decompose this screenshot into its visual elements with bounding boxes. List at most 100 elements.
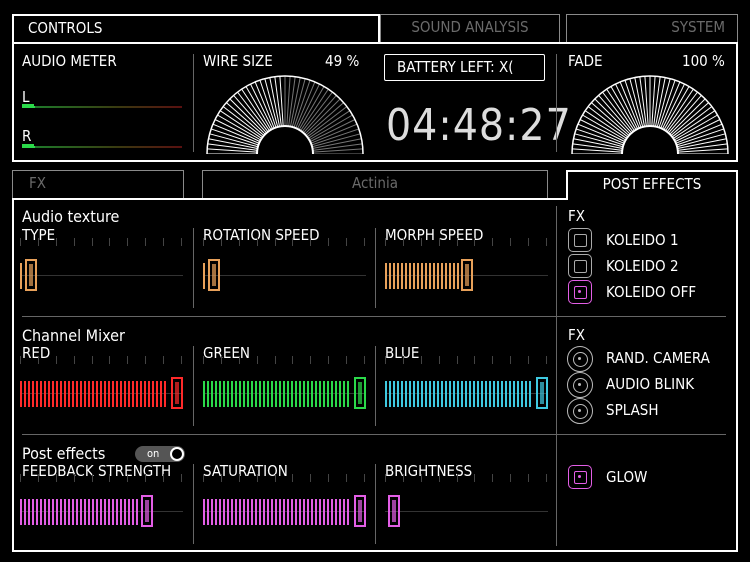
slider-fill: [385, 263, 459, 289]
tab-actinia-label: Actinia: [352, 174, 398, 192]
audio-blink-icon[interactable]: [567, 372, 593, 398]
slider-tick: [292, 356, 293, 364]
slider-tick: [346, 356, 347, 364]
slider-handle[interactable]: [354, 377, 366, 409]
slider-tick: [364, 356, 365, 364]
tab-controls[interactable]: CONTROLS: [12, 14, 380, 44]
slider-feedback-strength[interactable]: [20, 474, 183, 530]
channel-r-label: R: [22, 127, 32, 145]
koleido-1-label[interactable]: KOLEIDO 1: [606, 231, 679, 249]
slider-tick: [239, 238, 240, 246]
slider-ticks: [20, 238, 183, 294]
tab-post-effects[interactable]: POST EFFECTS: [566, 170, 738, 200]
slider-tick: [74, 474, 75, 482]
slider-handle[interactable]: [208, 259, 220, 291]
splash-label[interactable]: SPLASH: [606, 401, 659, 419]
tab-system[interactable]: SYSTEM: [566, 14, 738, 42]
slider-handle[interactable]: [171, 377, 183, 409]
koleido-2-label[interactable]: KOLEIDO 2: [606, 257, 679, 275]
toggle-knob: [170, 447, 184, 461]
slider-tick: [510, 474, 511, 482]
slider-tick: [403, 356, 404, 364]
slider-handle[interactable]: [25, 259, 37, 291]
slider-tick: [328, 238, 329, 246]
channel-mixer-title: Channel Mixer: [22, 326, 125, 345]
wire-size-dial[interactable]: [203, 72, 367, 154]
slider-tick: [257, 356, 258, 364]
slider-tick: [528, 474, 529, 482]
slider-handle[interactable]: [141, 495, 153, 527]
slider-tick: [56, 356, 57, 364]
slider-morph-speed[interactable]: [385, 238, 548, 294]
slider-handle[interactable]: [354, 495, 366, 527]
fade-value: 100 %: [682, 52, 725, 70]
slider-green[interactable]: [203, 356, 366, 412]
slider-tick: [346, 238, 347, 246]
slider-handle[interactable]: [536, 377, 548, 409]
glow-icon[interactable]: [568, 465, 592, 489]
koleido-1-icon[interactable]: [568, 228, 592, 252]
slider-tick: [364, 474, 365, 482]
fade-label: FADE: [568, 52, 603, 70]
slider-saturation[interactable]: [203, 474, 366, 530]
slider-tick: [474, 474, 475, 482]
slider-tick: [546, 356, 547, 364]
slider-tick: [510, 356, 511, 364]
slider-handle[interactable]: [388, 495, 400, 527]
slider-tick: [181, 474, 182, 482]
tab-actinia[interactable]: Actinia: [202, 170, 548, 198]
slider-handle[interactable]: [461, 259, 473, 291]
slider-tick: [181, 238, 182, 246]
slider-tick: [127, 474, 128, 482]
slider-tick: [20, 356, 21, 364]
glow-label[interactable]: GLOW: [606, 468, 647, 486]
slider-brightness[interactable]: [385, 474, 548, 530]
tab-sound-analysis[interactable]: SOUND ANALYSIS: [380, 14, 560, 42]
slider-ticks: [385, 474, 548, 530]
battery-label: BATTERY LEFT: X(: [397, 58, 514, 76]
slider-red[interactable]: [20, 356, 183, 412]
slider-tick: [239, 474, 240, 482]
slider-tick: [145, 238, 146, 246]
tab-fx[interactable]: FX: [12, 170, 184, 198]
slider-label-red: RED: [22, 344, 51, 362]
slider-tick: [275, 474, 276, 482]
koleido-off-icon[interactable]: [568, 280, 592, 304]
slider-rotation-speed[interactable]: [203, 238, 366, 294]
slider-tick: [109, 356, 110, 364]
slider-tick: [528, 238, 529, 246]
slider-tick: [385, 474, 386, 482]
slider-blue[interactable]: [385, 356, 548, 412]
fade-dial[interactable]: [568, 72, 732, 154]
slider-tick: [421, 238, 422, 246]
wire-size-value: 49 %: [325, 52, 360, 70]
tab-sound-analysis-label: SOUND ANALYSIS: [411, 18, 529, 36]
slider-tick: [457, 356, 458, 364]
slider-tick: [181, 356, 182, 364]
audio-blink-label[interactable]: AUDIO BLINK: [606, 375, 694, 393]
slider-fill: [20, 263, 22, 289]
slider-tick: [74, 238, 75, 246]
slider-tick: [38, 356, 39, 364]
koleido-2-icon[interactable]: [568, 254, 592, 278]
post-effects-toggle[interactable]: on: [135, 446, 185, 462]
fx-title-1: FX: [568, 207, 586, 225]
koleido-off-label[interactable]: KOLEIDO OFF: [606, 283, 696, 301]
rand-camera-label[interactable]: RAND. CAMERA: [606, 349, 710, 367]
slider-tick: [203, 474, 204, 482]
splash-icon[interactable]: [567, 398, 593, 424]
meter-peak-r: [22, 144, 34, 148]
slider-tick: [421, 356, 422, 364]
slider-tick: [275, 356, 276, 364]
slider-ticks: [203, 238, 366, 294]
slider-tick: [20, 238, 21, 246]
slider-type[interactable]: [20, 238, 183, 294]
rand-camera-icon[interactable]: [567, 346, 593, 372]
slider-tick: [74, 356, 75, 364]
slider-tick: [385, 238, 386, 246]
tab-fx-label: FX: [29, 174, 47, 192]
post-effects-panel-border-left: [12, 198, 14, 552]
slider-label-green: GREEN: [203, 344, 250, 362]
clock: 04:48:27: [386, 100, 572, 151]
slider-tick: [127, 238, 128, 246]
